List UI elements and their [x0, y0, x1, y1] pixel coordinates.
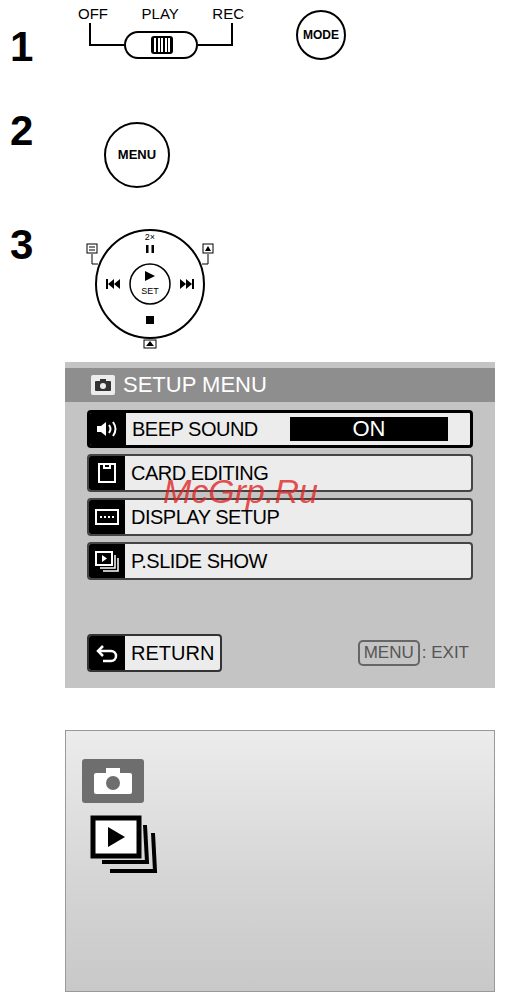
menu-item[interactable]: BEEP SOUND ON: [87, 410, 473, 448]
power-switch[interactable]: OFF PLAY REC: [76, 6, 246, 80]
setup-menu-screen: SETUP MENU BEEP SOUNDONCARD EDITINGDISPL…: [65, 362, 495, 688]
return-button[interactable]: RETURN: [87, 634, 222, 672]
switch-label: PLAY: [142, 6, 179, 21]
exit-label: : EXIT: [420, 640, 469, 666]
return-icon: [89, 636, 125, 670]
watermark: McGrp.Ru: [163, 474, 318, 508]
camera-icon: [91, 375, 115, 395]
slideshow-icon: [90, 815, 162, 877]
step-number: 1: [0, 6, 62, 80]
step-number: 2: [0, 80, 62, 210]
step-number: 3: [0, 210, 62, 352]
switch-body: [76, 21, 246, 63]
switch-knob[interactable]: [151, 36, 173, 54]
slideshow-photo: [65, 730, 495, 992]
exit-hint: MENU : EXIT: [358, 640, 473, 666]
menu-item[interactable]: P.SLIDE SHOW: [87, 542, 473, 580]
step-3: 3 2× SET: [0, 210, 507, 352]
menu-title: SETUP MENU: [123, 374, 267, 396]
speaker-icon: [90, 413, 126, 445]
step-2: 2 MENU: [0, 80, 507, 210]
menu-item-label: BEEP SOUND: [126, 413, 258, 445]
mode-button[interactable]: MODE: [296, 10, 346, 60]
menu-key: MENU: [358, 640, 420, 665]
switch-labels: OFF PLAY REC: [76, 6, 246, 21]
menu-footer: RETURN MENU : EXIT: [65, 634, 495, 672]
card-icon: [89, 456, 125, 490]
display-icon: [89, 500, 125, 534]
menu-item-value: ON: [290, 417, 448, 441]
manual-page: 1 OFF PLAY REC MODE 2 MENU 3 2×: [0, 0, 507, 992]
menu-header: SETUP MENU: [65, 368, 495, 402]
camera-icon: [82, 759, 144, 803]
dial-top-label: 2×: [145, 232, 155, 242]
menu-item-label: P.SLIDE SHOW: [125, 544, 267, 578]
dial-set-label: SET: [141, 286, 159, 296]
switch-label: REC: [212, 6, 244, 21]
step-1: 1 OFF PLAY REC MODE: [0, 0, 507, 80]
switch-label: OFF: [78, 6, 108, 21]
slideshow-icon: [89, 544, 125, 578]
switch-track: [124, 31, 198, 59]
menu-button[interactable]: MENU: [104, 122, 170, 188]
control-dial[interactable]: 2× SET: [84, 220, 216, 352]
return-label: RETURN: [125, 636, 220, 670]
